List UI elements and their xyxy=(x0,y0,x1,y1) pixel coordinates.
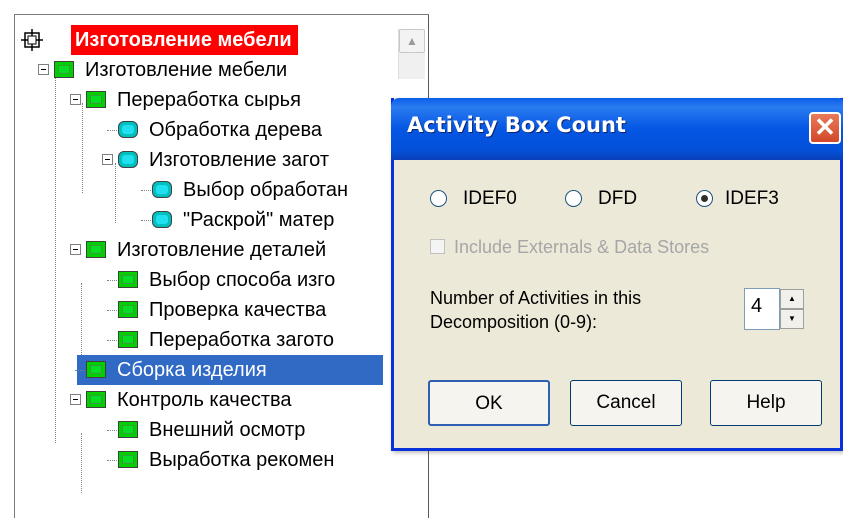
tree-item[interactable]: Сборка изделия xyxy=(75,355,383,385)
collapse-toggle-icon[interactable] xyxy=(102,154,113,165)
tree-item[interactable]: Изготовление загот xyxy=(15,145,383,175)
activity-icon xyxy=(86,361,106,378)
tree-item[interactable]: Выработка рекомен xyxy=(15,445,383,475)
activity-icon xyxy=(118,451,138,468)
tree-item[interactable]: Контроль качества xyxy=(15,385,383,415)
radio-idef0-circle[interactable] xyxy=(430,190,447,207)
tree-item-label: Выбор способа изго xyxy=(149,269,336,291)
radio-dfd-label: DFD xyxy=(598,188,638,209)
ok-button[interactable]: OK xyxy=(428,380,550,426)
radio-idef0[interactable]: IDEF0 xyxy=(430,184,540,214)
tree-item[interactable]: Внешний осмотр xyxy=(15,415,383,445)
scroll-up-button[interactable]: ▲ xyxy=(399,29,425,53)
decomposed-activity-icon xyxy=(152,181,172,198)
tree-item[interactable]: Выбор обработан xyxy=(15,175,383,205)
collapse-toggle-icon[interactable] xyxy=(70,94,81,105)
tree-item[interactable]: Изготовление деталей xyxy=(15,235,383,265)
tree-item-label: Изготовление деталей xyxy=(117,239,327,261)
activity-icon xyxy=(118,331,138,348)
tree-item[interactable]: Переработка загото xyxy=(15,325,383,355)
spin-down-button[interactable]: ▼ xyxy=(780,309,804,329)
decomposed-activity-icon xyxy=(118,121,138,138)
tree-item-label: Переработка сырья xyxy=(117,89,301,111)
tree-item-label: Выработка рекомен xyxy=(149,449,335,471)
activity-icon xyxy=(86,241,106,258)
decomposed-activity-icon xyxy=(152,211,172,228)
close-icon: ✕ xyxy=(814,112,836,142)
activity-count-input[interactable]: 4 xyxy=(744,288,780,330)
activity-count-spinner[interactable]: 4 ▲ ▼ xyxy=(744,288,808,330)
tree-item[interactable]: Переработка сырья xyxy=(15,85,383,115)
activity-icon xyxy=(118,421,138,438)
dialog-titlebar[interactable]: Activity Box Count ✕ xyxy=(391,98,843,160)
tree-item-label: "Раскрой" матер xyxy=(183,209,335,231)
radio-idef3-circle[interactable] xyxy=(696,190,713,207)
radio-idef3-label: IDEF3 xyxy=(725,188,779,209)
tree-item-label: Сборка изделия xyxy=(117,359,267,381)
decomposed-activity-icon xyxy=(118,151,138,168)
tree-item-label: Контроль качества xyxy=(117,389,292,411)
include-externals-label: Include Externals & Data Stores xyxy=(454,237,710,257)
radio-dfd[interactable]: DFD xyxy=(565,184,665,214)
activity-icon xyxy=(86,91,106,108)
activity-icon xyxy=(86,391,106,408)
tree-item-label: Изготовление мебели xyxy=(85,59,288,81)
tree-item[interactable]: "Раскрой" матер xyxy=(15,205,383,235)
radio-idef3[interactable]: IDEF3 xyxy=(696,184,796,214)
close-button[interactable]: ✕ xyxy=(809,112,841,144)
tree-item[interactable]: Изготовление мебели xyxy=(15,55,383,85)
tree-item-label: Изготовление загот xyxy=(149,149,329,171)
tree-item-label: Проверка качества xyxy=(149,299,327,321)
tree-item[interactable]: Обработка дерева xyxy=(15,115,383,145)
tree-root-label: Изготовление мебели xyxy=(71,25,298,55)
help-button[interactable]: Help xyxy=(710,380,822,426)
tree-item-label: Внешний осмотр xyxy=(149,419,306,441)
activity-icon xyxy=(118,271,138,288)
activity-count-label: Number of Activities in this Decompositi… xyxy=(430,288,642,332)
context-diagram-icon xyxy=(21,29,43,51)
include-externals-box[interactable] xyxy=(430,239,445,254)
cancel-button[interactable]: Cancel xyxy=(570,380,682,426)
activity-tree[interactable]: Изготовление мебели Изготовление мебели П… xyxy=(14,14,429,518)
tree-root[interactable]: Изготовление мебели xyxy=(15,25,383,55)
tree-scrollbar[interactable]: ▲ xyxy=(398,29,425,79)
radio-idef0-label: IDEF0 xyxy=(463,188,517,209)
tree-item-label: Выбор обработан xyxy=(183,179,349,201)
collapse-toggle-icon[interactable] xyxy=(38,64,49,75)
activity-icon xyxy=(54,61,74,78)
radio-dfd-circle[interactable] xyxy=(565,190,582,207)
tree-item[interactable]: Проверка качества xyxy=(15,295,383,325)
collapse-toggle-icon[interactable] xyxy=(70,394,81,405)
activity-icon xyxy=(118,301,138,318)
dialog-title: Activity Box Count xyxy=(407,113,626,137)
tree-item[interactable]: Выбор способа изго xyxy=(15,265,383,295)
tree-item-label: Переработка загото xyxy=(149,329,335,351)
collapse-toggle-icon[interactable] xyxy=(70,244,81,255)
tree-item-label: Обработка дерева xyxy=(149,119,322,141)
spin-up-button[interactable]: ▲ xyxy=(780,289,804,309)
